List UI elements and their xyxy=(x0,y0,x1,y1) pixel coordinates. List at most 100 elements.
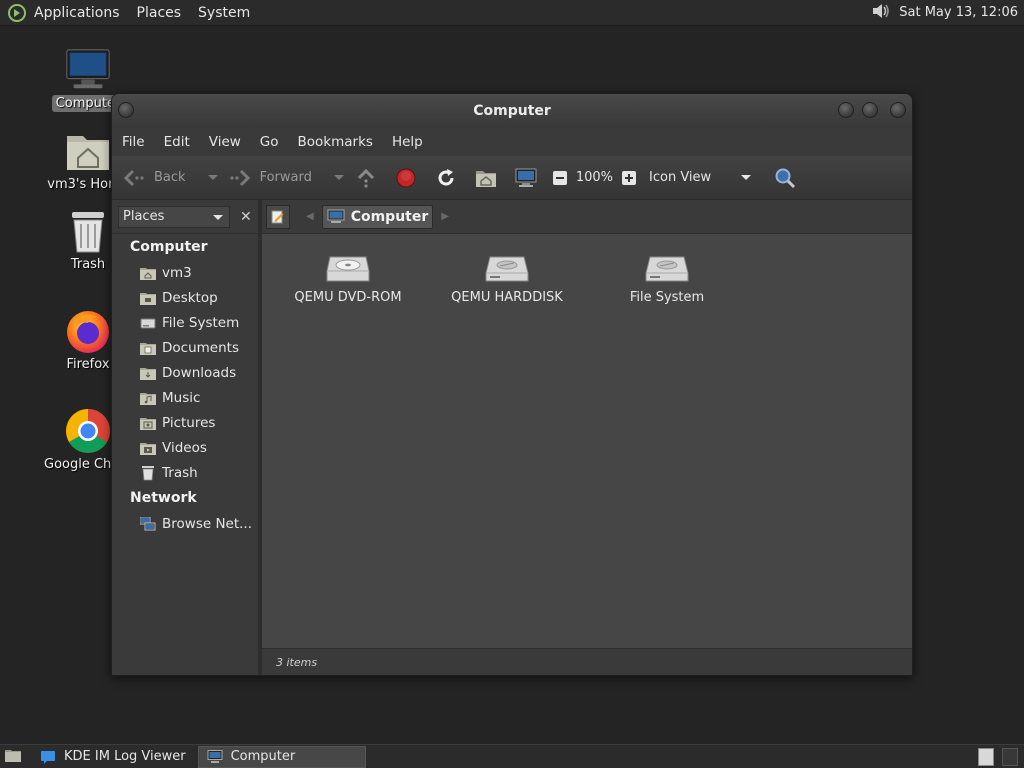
sidebar-header: Places ✕ xyxy=(112,200,258,234)
menu-help[interactable]: Help xyxy=(392,134,423,150)
pictures-folder-icon xyxy=(140,415,156,431)
sidebar-item-downloads[interactable]: Downloads xyxy=(112,360,258,385)
sidebar-item-label: Music xyxy=(162,389,201,406)
zoom-level: 100% xyxy=(575,170,614,185)
menubar: File Edit View Go Bookmarks Help xyxy=(112,128,912,156)
up-button[interactable] xyxy=(354,166,378,190)
sidebar-item-desktop[interactable]: Desktop xyxy=(112,285,258,310)
zoom-in-button[interactable] xyxy=(617,166,641,190)
desktop-folder-icon xyxy=(140,290,156,306)
status-bar: 3 items xyxy=(262,648,912,675)
sidebar-item-label: vm3 xyxy=(162,264,192,281)
panel-tray: Sat May 13, 12:06 xyxy=(869,0,1018,26)
location-bar: ◀ Computer ▶ xyxy=(262,200,912,234)
workspace-1[interactable] xyxy=(978,747,994,766)
sidebar-item-label: Pictures xyxy=(162,414,216,431)
view-mode-label: Icon View xyxy=(649,170,712,185)
folder-icon xyxy=(140,340,156,356)
forward-history-dropdown[interactable] xyxy=(333,175,344,180)
reload-icon xyxy=(434,166,458,190)
item-count: 3 items xyxy=(276,656,318,669)
menu-go[interactable]: Go xyxy=(260,134,279,150)
minimize-button[interactable] xyxy=(838,102,854,118)
sidebar-mode-select[interactable]: Places xyxy=(118,205,230,228)
top-panel: Applications Places System Sat May 13, 1… xyxy=(0,0,1024,26)
window-titlebar[interactable]: Computer xyxy=(112,94,912,128)
harddisk-icon xyxy=(437,248,577,288)
desktop-icon-label: Trash xyxy=(70,257,106,272)
harddisk-icon xyxy=(597,248,737,288)
menu-view[interactable]: View xyxy=(209,134,241,150)
chevron-down-icon xyxy=(741,175,752,180)
menu-edit[interactable]: Edit xyxy=(164,134,190,150)
clock[interactable]: Sat May 13, 12:06 xyxy=(899,5,1018,20)
icon-view: QEMU DVD-ROM QEMU HARDDISK File System xyxy=(262,234,912,648)
chevron-down-icon xyxy=(213,214,223,220)
menu-bookmarks[interactable]: Bookmarks xyxy=(298,134,373,150)
file-item-file-system[interactable]: File System xyxy=(597,248,737,305)
sidebar-item-trash[interactable]: Trash xyxy=(112,460,258,485)
view-mode-select[interactable]: Icon View xyxy=(649,170,761,185)
path-scroll-left-icon[interactable]: ◀ xyxy=(306,211,314,222)
close-icon[interactable]: ✕ xyxy=(240,209,252,225)
file-item-harddisk[interactable]: QEMU HARDDISK xyxy=(437,248,577,305)
chrome-icon xyxy=(64,407,112,455)
drive-icon xyxy=(140,315,156,331)
sidebar-item-music[interactable]: Music xyxy=(112,385,258,410)
home-button[interactable] xyxy=(474,166,498,190)
back-history-dropdown[interactable] xyxy=(207,175,218,180)
forward-arrow-icon xyxy=(228,166,252,190)
stop-icon xyxy=(394,166,418,190)
file-item-label: QEMU HARDDISK xyxy=(451,290,563,305)
breadcrumb-label: Computer xyxy=(350,208,429,225)
taskbar-item-computer[interactable]: Computer xyxy=(197,745,366,768)
taskbar-item-label: KDE IM Log Viewer xyxy=(64,749,186,764)
file-item-dvd-rom[interactable]: QEMU DVD-ROM xyxy=(278,248,418,305)
close-button[interactable] xyxy=(890,102,906,118)
back-button[interactable]: Back xyxy=(122,166,186,190)
taskbar-item-kde-im-log-viewer[interactable]: KDE IM Log Viewer xyxy=(32,746,194,768)
computer-icon xyxy=(207,749,223,764)
sidebar-item-videos[interactable]: Videos xyxy=(112,435,258,460)
file-item-label: QEMU DVD-ROM xyxy=(294,290,402,305)
show-desktop-icon[interactable] xyxy=(4,747,22,767)
menu-file[interactable]: File xyxy=(122,134,145,150)
sidebar-item-vm3[interactable]: vm3 xyxy=(112,260,258,285)
sidebar-item-label: Documents xyxy=(162,339,239,356)
applications-menu[interactable]: Applications xyxy=(34,5,120,21)
toggle-location-button[interactable] xyxy=(266,204,290,229)
sidebar-item-browse-network[interactable]: Browse Net... xyxy=(112,511,258,536)
sidebar-mode-label: Places xyxy=(123,209,165,224)
stop-button[interactable] xyxy=(394,166,418,190)
toolbar: Back Forward 100% Icon View xyxy=(112,156,912,200)
volume-icon[interactable] xyxy=(869,0,891,26)
sidebar-item-label: Browse Net... xyxy=(162,515,253,532)
trash-icon xyxy=(140,465,156,481)
sidebar-item-documents[interactable]: Documents xyxy=(112,335,258,360)
zoom-in-icon xyxy=(617,166,641,190)
path-scroll-right-icon[interactable]: ▶ xyxy=(441,211,449,222)
system-menu[interactable]: System xyxy=(198,5,250,21)
reload-button[interactable] xyxy=(434,166,458,190)
sidebar-item-pictures[interactable]: Pictures xyxy=(112,410,258,435)
main-pane: ◀ Computer ▶ QEMU DVD-ROM QEMU HARDDISK … xyxy=(262,200,912,675)
computer-button[interactable] xyxy=(514,166,538,190)
back-label: Back xyxy=(154,170,186,185)
sidebar-item-label: Trash xyxy=(162,464,198,481)
zoom-out-button[interactable] xyxy=(548,166,572,190)
sidebar-item-label: Downloads xyxy=(162,364,237,381)
file-item-label: File System xyxy=(629,290,705,305)
sidebar-item-file-system[interactable]: File System xyxy=(112,310,258,335)
workspace-2[interactable] xyxy=(1002,747,1018,766)
breadcrumb-computer[interactable]: Computer xyxy=(321,204,434,229)
system-logo-icon[interactable] xyxy=(7,3,27,23)
maximize-button[interactable] xyxy=(862,102,878,118)
places-menu[interactable]: Places xyxy=(137,5,182,21)
computer-icon xyxy=(327,209,345,225)
sidebar-section-network: Network xyxy=(130,490,197,506)
search-button[interactable] xyxy=(773,166,797,190)
window-menu-icon[interactable] xyxy=(118,102,134,118)
taskbar-item-label: Computer xyxy=(230,749,296,764)
up-arrow-icon xyxy=(354,166,378,190)
forward-button[interactable]: Forward xyxy=(228,166,312,190)
